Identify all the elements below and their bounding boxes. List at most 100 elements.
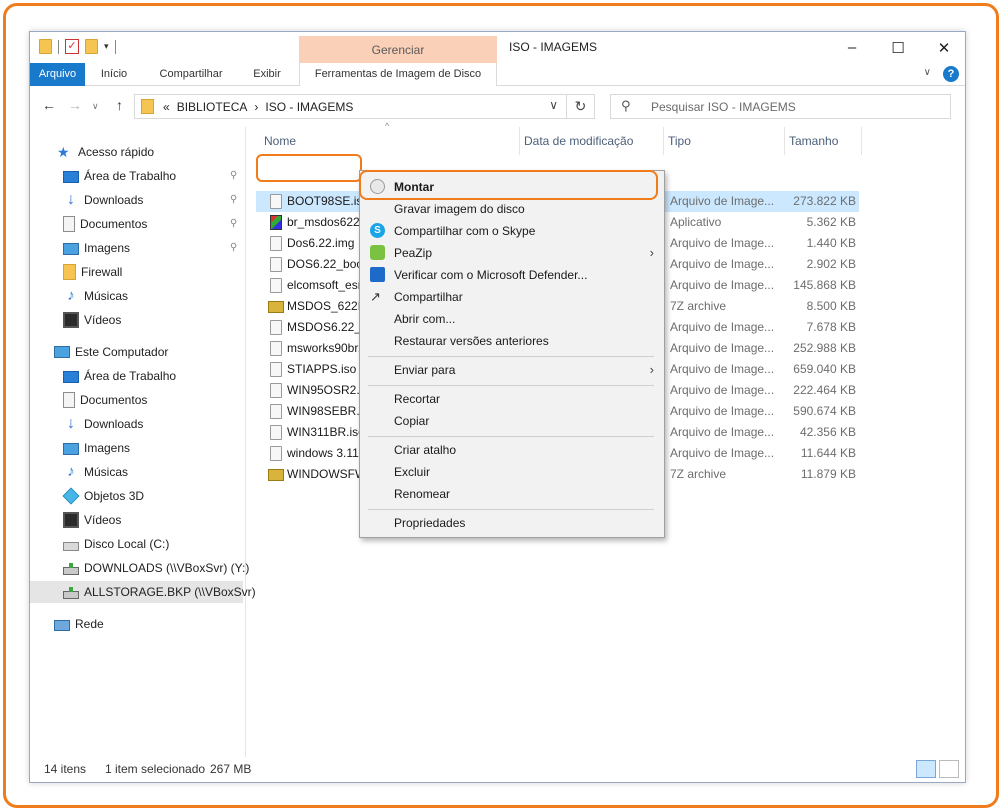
menu-item-excluir[interactable]: Excluir (360, 461, 664, 483)
menu-item-copiar[interactable]: Copiar (360, 410, 664, 432)
nav-pc-desktop[interactable]: Área de Trabalho (63, 365, 176, 387)
nav-pc-3d-objects[interactable]: Objetos 3D (62, 485, 145, 507)
column-header-name[interactable]: Nome (246, 127, 519, 155)
menu-item-compartilhar[interactable]: ↗ Compartilhar (360, 286, 664, 308)
nav-pc-videos[interactable]: Vídeos (63, 509, 121, 531)
help-icon[interactable]: ? (943, 66, 959, 82)
download-arrow-icon: ↓ (67, 191, 75, 208)
file-size: 5.362 KB (806, 215, 856, 229)
menu-item-abrir-com[interactable]: Abrir com... (360, 308, 664, 330)
menu-label: Compartilhar (394, 290, 463, 304)
nav-network[interactable]: Rede (54, 613, 104, 635)
properties-icon[interactable]: ✓ (65, 39, 79, 54)
address-dropdown-chevron-icon[interactable]: ∨ (549, 98, 558, 112)
pin-icon[interactable]: ⚲ (230, 213, 237, 235)
column-header-type[interactable]: Tipo (650, 127, 771, 155)
search-input[interactable]: Pesquisar ISO - IMAGEMS (651, 100, 796, 114)
nav-quick-music[interactable]: ♪ Músicas (63, 285, 128, 307)
film-icon (63, 312, 79, 328)
nav-quick-documents[interactable]: Documentos ⚲ (63, 213, 246, 235)
column-header-date[interactable]: Data de modificação (506, 127, 650, 155)
tab-ferramentas-imagem-disco[interactable]: Ferramentas de Imagem de Disco (299, 63, 497, 86)
menu-item-renomear[interactable]: Renomear (360, 483, 664, 505)
ribbon-expand-chevron-icon[interactable]: ∨ (924, 67, 931, 78)
nav-pc-downloads-share[interactable]: DOWNLOADS (\\VBoxSvr) (Y:) (63, 557, 249, 579)
nav-pc-music[interactable]: ♪ Músicas (63, 461, 128, 483)
submenu-chevron-icon: › (649, 245, 654, 260)
nav-quick-videos[interactable]: Vídeos (63, 309, 121, 331)
breadcrumb-iso-imagems[interactable]: ISO - IMAGEMS (265, 100, 353, 114)
archive-icon (268, 301, 284, 313)
file-type: 7Z archive (670, 467, 727, 481)
nav-pc-allstorage-share[interactable]: ALLSTORAGE.BKP (\\VBoxSvr) (30, 581, 256, 603)
nav-pc-downloads[interactable]: ↓ Downloads (63, 413, 143, 435)
disc-image-icon (270, 278, 282, 293)
details-view-icon[interactable] (916, 760, 936, 778)
minimize-button[interactable]: – (829, 32, 875, 63)
refresh-icon[interactable]: ↻ (567, 94, 595, 119)
large-icons-view-icon[interactable] (939, 760, 959, 778)
search-box[interactable]: ⚲ Pesquisar ISO - IMAGEMS (610, 94, 951, 119)
nav-pc-images[interactable]: Imagens (63, 437, 130, 459)
menu-item-restaurar-versoes[interactable]: Restaurar versões anteriores (360, 330, 664, 352)
tab-compartilhar[interactable]: Compartilhar (151, 63, 231, 86)
nav-quick-images[interactable]: Imagens ⚲ (63, 237, 246, 259)
nav-label: Músicas (84, 289, 129, 303)
nav-pc-documents[interactable]: Documentos (63, 389, 147, 411)
maximize-button[interactable]: ☐ (875, 32, 921, 63)
nav-label: Músicas (84, 465, 129, 479)
menu-item-skype[interactable]: S Compartilhar com o Skype (360, 220, 664, 242)
share-icon: ↗ (370, 289, 381, 304)
menu-label: Abrir com... (394, 312, 456, 326)
column-header-size[interactable]: Tamanho (771, 127, 861, 155)
up-arrow-icon[interactable]: ↑ (116, 97, 123, 113)
recent-locations-chevron-icon[interactable]: ∨ (92, 101, 99, 112)
file-size: 42.356 KB (799, 425, 856, 439)
pictures-icon (63, 443, 79, 455)
nav-quick-downloads[interactable]: ↓ Downloads ⚲ (63, 189, 246, 211)
contextual-tab-group: Gerenciar (299, 36, 497, 64)
tab-arquivo[interactable]: Arquivo (30, 63, 85, 86)
nav-label: Rede (75, 617, 104, 631)
menu-item-criar-atalho[interactable]: Criar atalho (360, 439, 664, 461)
folder-icon[interactable] (39, 39, 52, 54)
pin-icon[interactable]: ⚲ (230, 237, 237, 259)
nav-quick-desktop[interactable]: Área de Trabalho ⚲ (63, 165, 246, 187)
film-icon (63, 512, 79, 528)
column-divider[interactable] (861, 127, 862, 155)
breadcrumb-separator[interactable]: › (254, 100, 258, 114)
menu-label: Enviar para (394, 363, 456, 377)
address-bar[interactable]: « BIBLIOTECA › ISO - IMAGEMS ∨ (134, 94, 567, 119)
nav-label: Objetos 3D (84, 489, 145, 503)
nav-quick-access[interactable]: ★ Acesso rápido (57, 141, 154, 163)
breadcrumb-biblioteca[interactable]: BIBLIOTECA (177, 100, 248, 114)
menu-item-defender[interactable]: Verificar com o Microsoft Defender... (360, 264, 664, 286)
menu-label: Recortar (394, 392, 441, 406)
back-arrow-icon[interactable]: ← (42, 97, 56, 113)
cube-icon (62, 487, 80, 505)
close-button[interactable]: ✕ (921, 32, 965, 63)
tab-inicio[interactable]: Início (93, 63, 135, 86)
file-size: 1.440 KB (806, 236, 856, 250)
breadcrumb-overflow[interactable]: « (163, 100, 170, 114)
file-type: Arquivo de Image... (670, 446, 775, 460)
menu-item-propriedades[interactable]: Propriedades (360, 512, 664, 534)
nav-pc-local-disk[interactable]: Disco Local (C:) (63, 533, 169, 555)
nav-quick-firewall[interactable]: Firewall (63, 261, 122, 283)
menu-item-enviar-para[interactable]: Enviar para › (360, 359, 664, 381)
nav-this-pc[interactable]: Este Computador (54, 341, 168, 363)
menu-item-peazip[interactable]: PeaZip › (360, 242, 664, 264)
menu-label: Compartilhar com o Skype (394, 224, 536, 238)
file-type: Arquivo de Image... (670, 362, 775, 376)
pin-icon[interactable]: ⚲ (230, 165, 237, 187)
menu-label: Gravar imagem do disco (394, 202, 525, 216)
pin-icon[interactable]: ⚲ (230, 189, 237, 211)
customize-chevron-icon[interactable]: ▾ (104, 41, 109, 52)
nav-label: Disco Local (C:) (84, 537, 170, 551)
menu-item-gravar-imagem[interactable]: Gravar imagem do disco (360, 198, 664, 220)
forward-arrow-icon[interactable]: → (68, 97, 82, 113)
menu-item-recortar[interactable]: Recortar (360, 388, 664, 410)
network-drive-icon (63, 587, 79, 599)
tab-exibir[interactable]: Exibir (247, 63, 287, 86)
new-folder-icon[interactable] (85, 39, 98, 54)
